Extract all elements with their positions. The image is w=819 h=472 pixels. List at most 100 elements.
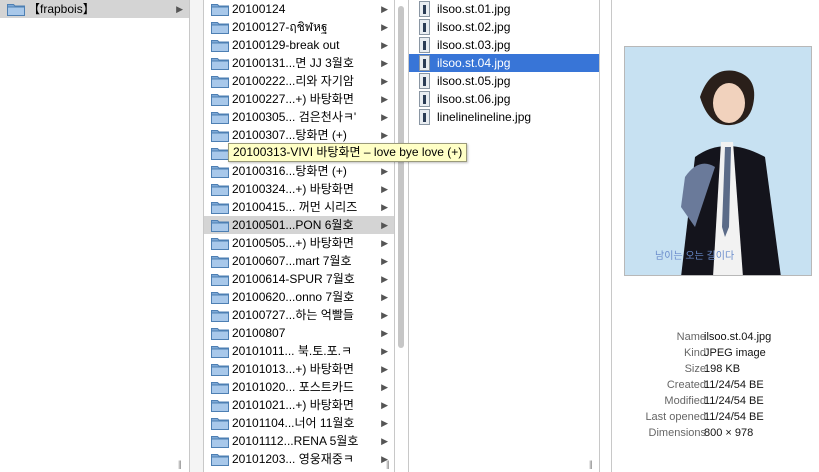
column-resize-handle[interactable]: ||	[589, 459, 593, 469]
folder-row[interactable]: 20100305... 검은천사ㅋ' ▶	[204, 108, 394, 126]
info-row: Created 11/24/54 BE	[611, 377, 819, 393]
folder-row[interactable]: 20100324...+) 바탕화면 ▶	[204, 180, 394, 198]
folder-label: 20100324...+) 바탕화면	[232, 182, 354, 196]
folder-label: 20101104...너어 11월호	[232, 416, 355, 430]
image-file-icon	[419, 1, 430, 17]
disclosure-arrow-icon: ▶	[381, 76, 388, 86]
folder-row[interactable]: 20100129-break out ▶	[204, 36, 394, 54]
disclosure-arrow-icon: ▶	[381, 364, 388, 374]
folder-row[interactable]: 20101011... 북.토.포.ㅋ ▶	[204, 342, 394, 360]
column-2-scrollbar[interactable]	[398, 0, 405, 472]
disclosure-arrow-icon: ▶	[381, 58, 388, 68]
folder-row[interactable]: 20101013...+) 바탕화면 ▶	[204, 360, 394, 378]
folder-icon	[211, 112, 229, 124]
folder-row[interactable]: 20100727...하는 억빨들 ▶	[204, 306, 394, 324]
image-file-icon	[419, 19, 430, 35]
column-gutter	[190, 0, 203, 472]
file-label: ilsoo.st.02.jpg	[437, 20, 511, 34]
file-row[interactable]: ilsoo.st.03.jpg	[409, 36, 599, 54]
folder-icon	[211, 364, 229, 376]
file-label: ilsoo.st.04.jpg	[437, 56, 511, 70]
disclosure-arrow-icon: ▶	[381, 328, 388, 338]
file-row[interactable]: ilsoo.st.02.jpg	[409, 18, 599, 36]
folder-label: 20101020... 포스트카드	[232, 380, 354, 394]
folder-frapbois[interactable]: 【frapbois】 ▶	[0, 0, 189, 18]
disclosure-arrow-icon: ▶	[381, 418, 388, 428]
folder-row[interactable]: 20100227...+) 바탕화면 ▶	[204, 90, 394, 108]
folder-row[interactable]: 20100505...+) 바탕화면 ▶	[204, 234, 394, 252]
folder-row[interactable]: 20100501...PON 6월호 ▶	[204, 216, 394, 234]
column-resize-handle[interactable]: ||	[386, 459, 390, 469]
image-file-icon	[419, 91, 430, 107]
folder-row[interactable]: 20101020... 포스트카드 ▶	[204, 378, 394, 396]
file-row[interactable]: linelinelineline.jpg	[409, 108, 599, 126]
file-row[interactable]: ilsoo.st.05.jpg	[409, 72, 599, 90]
folder-label: 20100129-break out	[232, 38, 340, 52]
folder-label: 20100727...하는 억빨들	[232, 308, 354, 322]
folder-icon	[211, 436, 229, 448]
folder-label: 20101013...+) 바탕화면	[232, 362, 354, 376]
folder-label: 20101203... 영웅재중ㅋ	[232, 452, 354, 466]
folder-row[interactable]: 20101112...RENA 5월호 ▶	[204, 432, 394, 450]
disclosure-arrow-icon: ▶	[381, 4, 388, 14]
folder-row[interactable]: 20101021...+) 바탕화면 ▶	[204, 396, 394, 414]
scrollbar-thumb[interactable]	[398, 6, 404, 348]
info-value: 800 × 978	[704, 427, 754, 439]
image-file-icon	[419, 109, 430, 125]
disclosure-arrow-icon: ▶	[381, 130, 388, 140]
folder-row[interactable]: 20100620...onno 7월호 ▶	[204, 288, 394, 306]
folder-icon	[211, 184, 229, 196]
file-row[interactable]: ilsoo.st.04.jpg	[409, 54, 599, 72]
folder-label: 20100607...mart 7월호	[232, 254, 352, 268]
image-file-icon	[419, 55, 430, 71]
folder-row[interactable]: 20100415... 꺼먼 시리즈 ▶	[204, 198, 394, 216]
info-label: Modified	[664, 395, 706, 407]
folder-label: 20100131...면 JJ 3월호	[232, 56, 354, 70]
disclosure-arrow-icon: ▶	[381, 436, 388, 446]
folder-icon	[211, 292, 229, 304]
folder-row[interactable]: 20100127-ฤชิฬหฐ ▶	[204, 18, 394, 36]
info-value: 11/24/54 BE	[704, 395, 764, 407]
folder-label: 20101011... 북.토.포.ㅋ	[232, 344, 352, 358]
disclosure-arrow-icon: ▶	[381, 292, 388, 302]
file-label: ilsoo.st.01.jpg	[437, 2, 511, 16]
folder-icon	[211, 418, 229, 430]
image-preview[interactable]: 남이는 오는 길이다	[624, 46, 812, 276]
folder-row[interactable]: 20100124 ▶	[204, 0, 394, 18]
folder-row[interactable]: 20100222...리와 자기암 ▶	[204, 72, 394, 90]
folder-label: 20100415... 꺼먼 시리즈	[232, 200, 358, 214]
filename-tooltip: 20100313-VIVI 바탕화면 – love bye love (+)	[228, 143, 468, 162]
folder-row[interactable]: 20101104...너어 11월호 ▶	[204, 414, 394, 432]
folder-icon	[211, 130, 229, 142]
folder-label: 20100307...탕화면 (+)	[232, 128, 347, 142]
folder-row[interactable]: 20100307...탕화면 (+) ▶	[204, 126, 394, 144]
disclosure-arrow-icon: ▶	[381, 22, 388, 32]
folder-label: 20100227...+) 바탕화면	[232, 92, 354, 106]
folder-icon	[211, 94, 229, 106]
image-file-icon	[419, 37, 430, 53]
file-row[interactable]: ilsoo.st.01.jpg	[409, 0, 599, 18]
column-resize-handle[interactable]: ||	[178, 459, 182, 469]
disclosure-arrow-icon: ▶	[381, 346, 388, 356]
folder-row[interactable]: 20100316...탕화면 (+) ▶	[204, 162, 394, 180]
folder-icon	[211, 382, 229, 394]
info-row: Modified 11/24/54 BE	[611, 393, 819, 409]
folder-row[interactable]: 20101203... 영웅재중ㅋ ▶	[204, 450, 394, 468]
folder-icon	[211, 166, 229, 178]
info-label: Created	[666, 379, 706, 391]
folder-label: 20100222...리와 자기암	[232, 74, 354, 88]
disclosure-arrow-icon: ▶	[381, 274, 388, 284]
info-value: 198 KB	[704, 363, 741, 375]
disclosure-arrow-icon: ▶	[381, 166, 388, 176]
folder-row[interactable]: 20100807 ▶	[204, 324, 394, 342]
file-row[interactable]: ilsoo.st.06.jpg	[409, 90, 599, 108]
file-label: linelinelineline.jpg	[437, 110, 532, 124]
file-info-panel: Name ilsoo.st.04.jpg Kind JPEG image Size 198…	[611, 329, 819, 441]
info-value: JPEG image	[704, 347, 766, 359]
folder-row[interactable]: 20100614-SPUR 7월호 ▶	[204, 270, 394, 288]
folder-row[interactable]: 20100607...mart 7월호 ▶	[204, 252, 394, 270]
disclosure-arrow-icon: ▶	[176, 4, 183, 14]
info-row: Last opened 11/24/54 BE	[611, 409, 819, 425]
image-file-icon	[419, 73, 430, 89]
folder-row[interactable]: 20100131...면 JJ 3월호 ▶	[204, 54, 394, 72]
